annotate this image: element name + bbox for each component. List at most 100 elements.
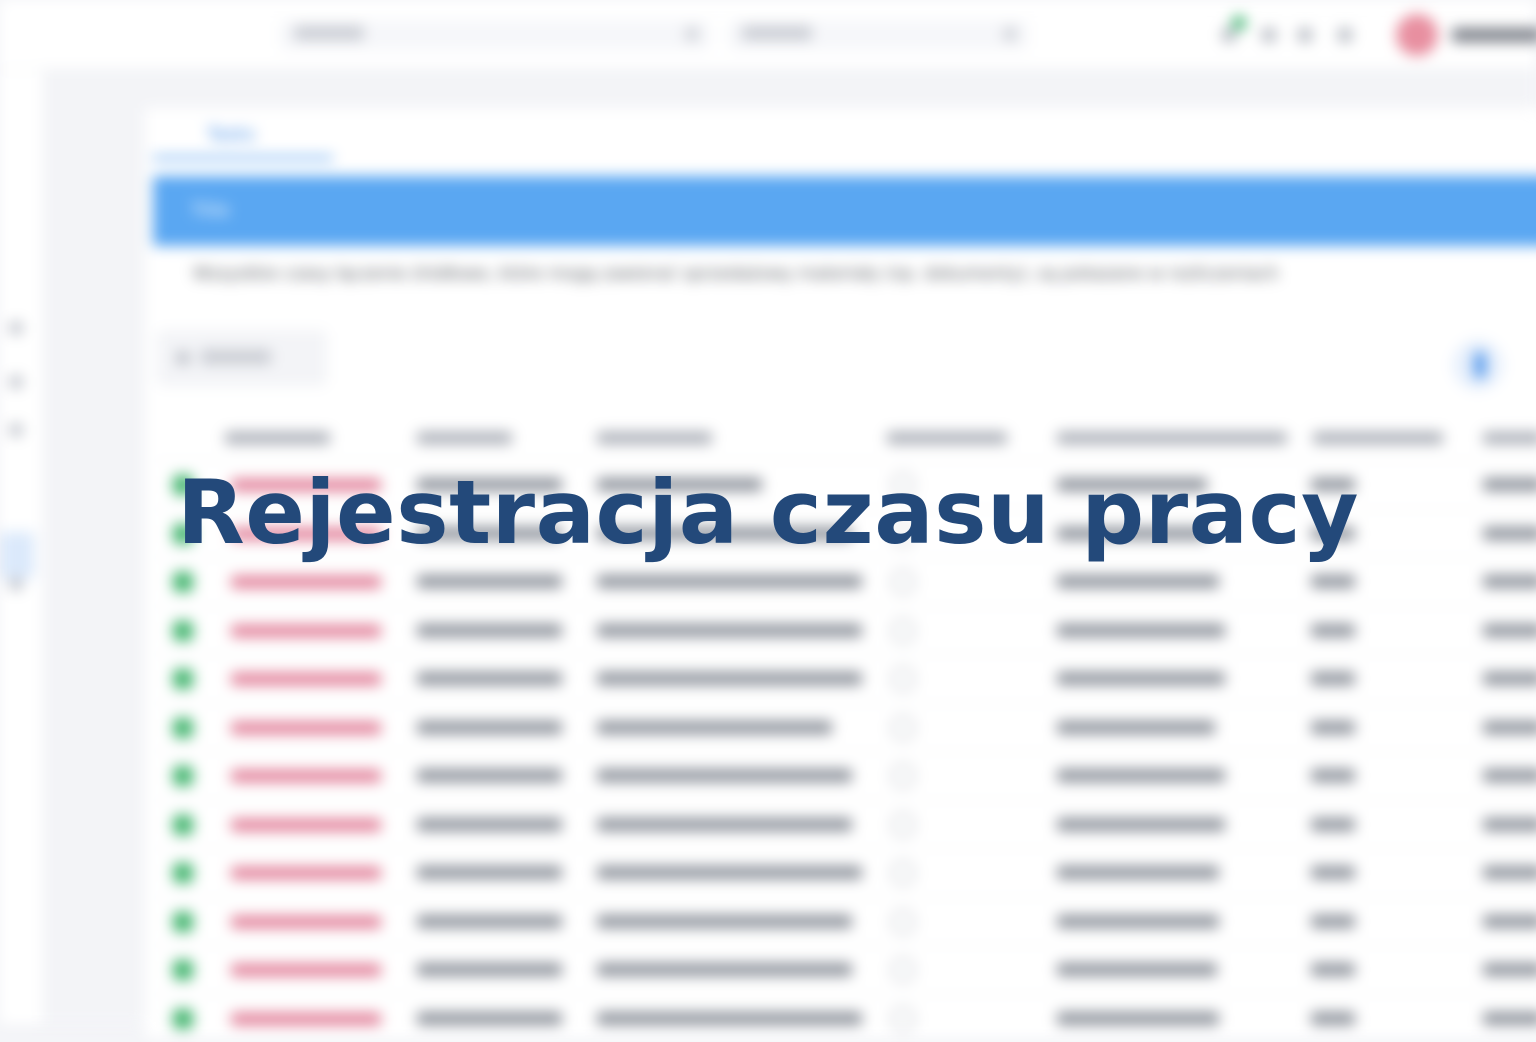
sidebar-nav-icon[interactable]	[10, 578, 22, 590]
row-checkbox[interactable]	[891, 861, 915, 885]
task-cell	[597, 672, 862, 685]
search-input[interactable]	[280, 20, 710, 50]
task-cell	[597, 963, 852, 976]
row-checkbox[interactable]	[891, 958, 915, 982]
sidebar-nav-icon[interactable]	[10, 322, 22, 334]
column-header[interactable]	[417, 432, 512, 444]
row-checkbox[interactable]	[891, 618, 915, 643]
table-row[interactable]	[153, 799, 1536, 848]
status-indicator	[173, 911, 193, 932]
date-cell	[1057, 720, 1215, 734]
table-row[interactable]	[153, 848, 1536, 896]
table-row[interactable]	[153, 751, 1536, 799]
date-cell	[1057, 575, 1219, 588]
extra-cell	[1483, 720, 1536, 734]
column-header[interactable]	[887, 432, 1007, 444]
duration-cell	[1311, 720, 1355, 734]
avatar[interactable]	[1396, 14, 1438, 56]
page-title: Rejestracja czasu pracy	[176, 461, 1360, 564]
status-indicator	[173, 960, 193, 980]
extra-cell	[1483, 575, 1536, 588]
status-indicator	[173, 669, 193, 689]
duration-cell	[1311, 914, 1355, 928]
column-header[interactable]	[1313, 432, 1443, 444]
employee-name	[231, 818, 381, 831]
extra-cell	[1483, 914, 1536, 928]
extra-cell	[1483, 817, 1536, 831]
column-header[interactable]	[1483, 432, 1536, 444]
status-indicator	[173, 620, 193, 641]
employee-name	[231, 721, 381, 734]
task-cell	[597, 769, 852, 782]
category-cell	[417, 575, 562, 588]
user-name[interactable]	[1452, 28, 1536, 42]
filter-button[interactable]	[157, 330, 327, 386]
table-row[interactable]	[153, 896, 1536, 945]
notification-icon[interactable]	[1222, 28, 1236, 42]
task-cell	[597, 575, 862, 588]
extra-cell	[1483, 1011, 1536, 1025]
employee-name	[231, 1012, 381, 1025]
row-checkbox[interactable]	[891, 909, 915, 934]
chevron-down-icon	[1004, 28, 1016, 40]
row-checkbox[interactable]	[891, 715, 915, 740]
search-placeholder	[294, 26, 364, 40]
add-icon	[1475, 352, 1485, 378]
table-row[interactable]	[153, 654, 1536, 702]
table-row[interactable]	[153, 945, 1536, 993]
row-checkbox[interactable]	[891, 667, 915, 691]
task-cell	[597, 866, 862, 879]
column-header[interactable]	[597, 432, 712, 444]
duration-cell	[1311, 769, 1355, 782]
date-cell	[1057, 672, 1225, 685]
row-checkbox[interactable]	[891, 1006, 915, 1031]
context-select[interactable]	[728, 20, 1028, 50]
category-cell	[417, 914, 562, 928]
tab-strip: Tasks	[145, 108, 1536, 168]
status-indicator	[173, 1008, 193, 1029]
table-row[interactable]	[153, 993, 1536, 1042]
duration-cell	[1311, 575, 1355, 588]
category-cell	[417, 866, 562, 879]
sidebar-nav-icon[interactable]	[10, 376, 22, 388]
status-indicator	[173, 814, 193, 835]
row-checkbox[interactable]	[891, 764, 915, 788]
section-banner: Title	[153, 176, 1536, 246]
category-cell	[417, 720, 562, 734]
settings-icon[interactable]	[1298, 28, 1312, 42]
row-checkbox[interactable]	[891, 570, 915, 594]
task-cell	[597, 720, 832, 734]
duration-cell	[1311, 963, 1355, 976]
status-indicator	[173, 572, 193, 592]
row-checkbox[interactable]	[891, 812, 915, 837]
chevron-down-icon	[686, 28, 698, 40]
table-row[interactable]	[153, 605, 1536, 654]
grid-icon[interactable]	[1338, 28, 1352, 42]
tab-tasks[interactable]: Tasks	[207, 124, 255, 145]
column-header[interactable]	[225, 432, 330, 444]
table-row[interactable]	[153, 702, 1536, 751]
employee-name	[231, 915, 381, 928]
top-bar	[0, 0, 1536, 70]
category-cell	[417, 769, 562, 782]
category-cell	[417, 1011, 562, 1025]
date-cell	[1057, 623, 1225, 637]
date-cell	[1057, 817, 1225, 831]
duration-cell	[1311, 817, 1355, 831]
extra-cell	[1483, 769, 1536, 782]
sidebar-nav-icon[interactable]	[10, 424, 22, 436]
category-cell	[417, 963, 562, 976]
help-icon[interactable]	[1262, 28, 1276, 42]
duration-cell	[1311, 672, 1355, 685]
duration-cell	[1311, 1011, 1355, 1025]
date-cell	[1057, 1011, 1219, 1025]
status-indicator	[173, 717, 193, 738]
employee-name	[231, 867, 381, 879]
add-entry-button[interactable]	[1453, 340, 1503, 390]
category-cell	[417, 672, 562, 685]
extra-cell	[1483, 866, 1536, 879]
date-cell	[1057, 914, 1219, 928]
column-header[interactable]	[1057, 432, 1287, 444]
date-cell	[1057, 866, 1219, 879]
task-cell	[597, 1011, 862, 1025]
